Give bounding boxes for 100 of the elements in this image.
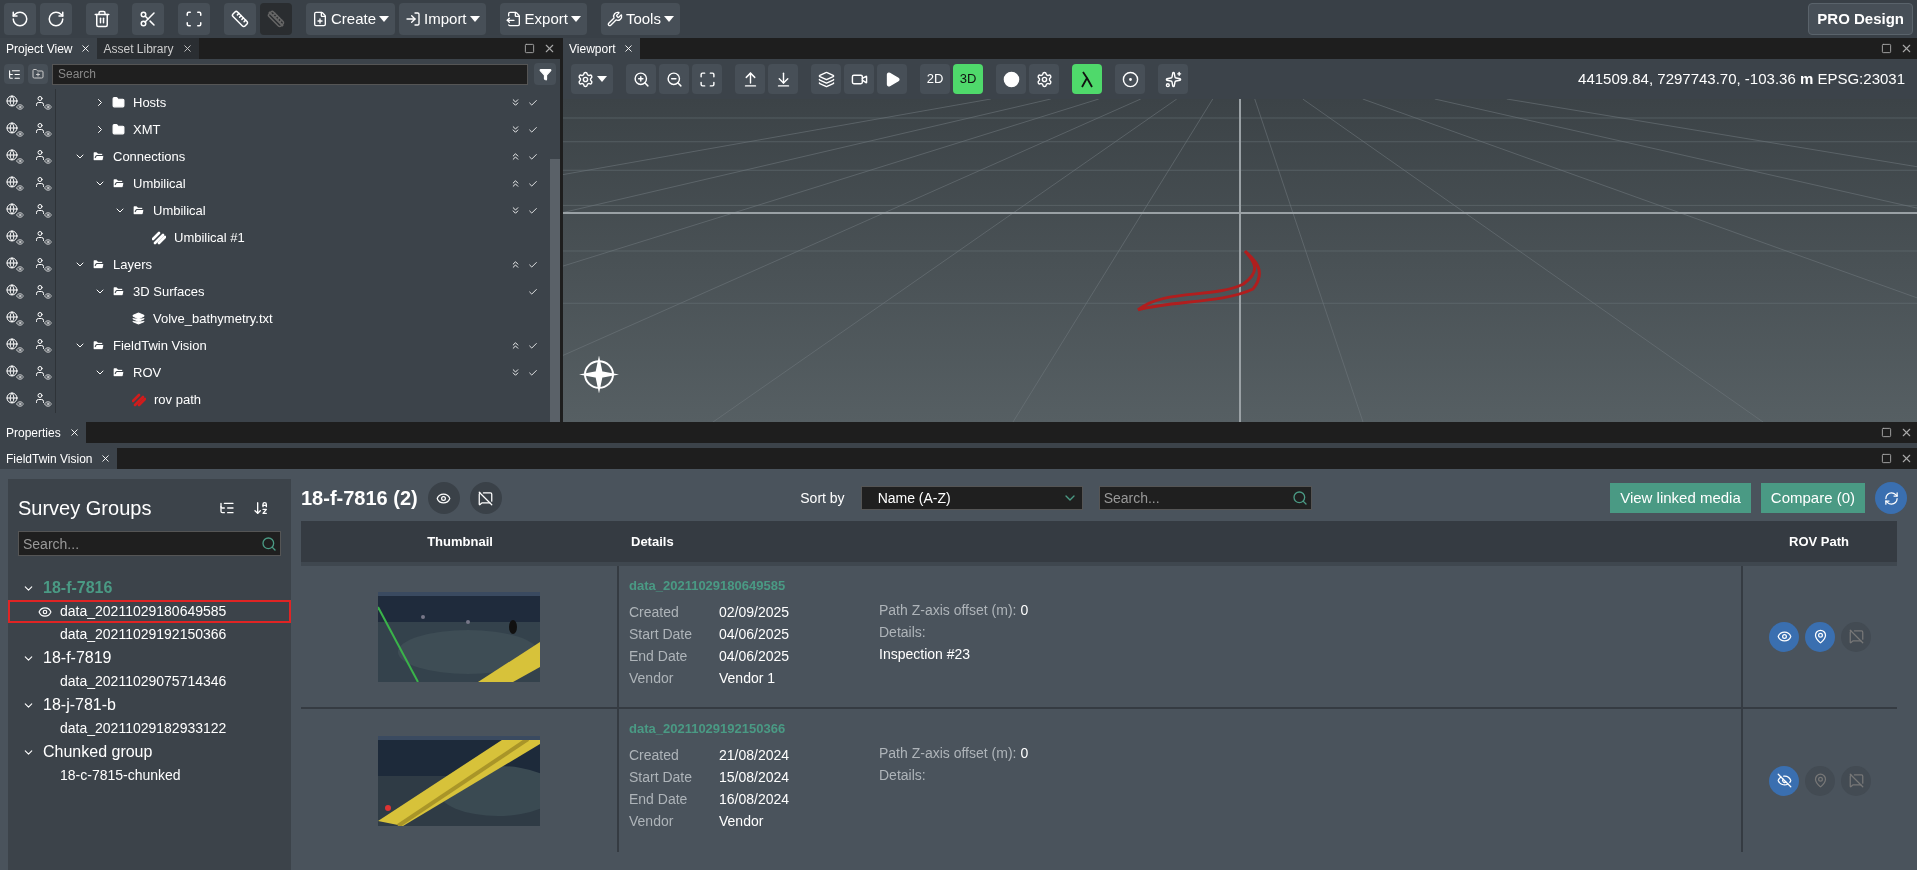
tree-item-label[interactable]: Layers xyxy=(113,254,153,275)
tree-item-label[interactable]: Umbilical xyxy=(133,173,186,194)
compass-icon[interactable] xyxy=(579,355,619,394)
path-visibility-button[interactable] xyxy=(1769,765,1799,796)
close-icon[interactable] xyxy=(1900,42,1913,55)
toolbar-button[interactable] xyxy=(132,3,164,35)
viewport-tool-button[interactable] xyxy=(996,64,1026,94)
close-icon[interactable] xyxy=(1900,426,1913,439)
survey-data-item[interactable]: data_20211029192150366 xyxy=(8,623,291,646)
user-eye-icon[interactable] xyxy=(34,256,52,273)
user-eye-icon[interactable] xyxy=(34,310,52,327)
tree-view-icon[interactable] xyxy=(219,500,235,516)
globe-eye-icon[interactable] xyxy=(6,121,24,138)
menu-button[interactable]: Export xyxy=(499,3,587,35)
survey-group-item[interactable]: 18-f-7819 xyxy=(43,646,112,670)
close-icon[interactable] xyxy=(68,427,80,438)
close-icon[interactable] xyxy=(1900,452,1913,465)
survey-data-item[interactable]: data_20211029075714346 xyxy=(8,670,291,693)
panel-tab[interactable]: Viewport xyxy=(563,38,641,59)
menu-button[interactable]: Tools xyxy=(600,3,680,35)
tree-item-label[interactable]: ROV xyxy=(133,362,162,383)
viewport-tool-button[interactable] xyxy=(1072,64,1102,94)
sort-dropdown[interactable]: Name (A-Z) xyxy=(860,486,1083,510)
double-chevron-up-icon[interactable] xyxy=(510,259,521,270)
viewport-tool-button[interactable] xyxy=(626,64,656,94)
close-icon[interactable] xyxy=(181,43,193,54)
panel-tab[interactable]: FieldTwin Vision xyxy=(0,448,118,469)
toolbar-button[interactable] xyxy=(224,3,256,35)
survey-group-item[interactable]: Chunked group xyxy=(43,740,153,764)
check-icon[interactable] xyxy=(528,367,538,378)
toolbar-button[interactable] xyxy=(86,3,118,35)
globe-eye-icon[interactable] xyxy=(6,310,24,327)
viewport-tool-button[interactable] xyxy=(692,64,722,94)
double-chevron-up-icon[interactable] xyxy=(510,178,521,189)
double-chevron-down-icon[interactable] xyxy=(510,97,521,108)
viewport-tool-button[interactable] xyxy=(735,64,765,94)
survey-data-item[interactable]: 18-c-7815-chunked xyxy=(8,764,291,787)
check-icon[interactable] xyxy=(528,151,538,162)
double-chevron-up-icon[interactable] xyxy=(510,340,521,351)
tree-item-label[interactable]: XMT xyxy=(133,119,161,140)
search-field[interactable]: Search... xyxy=(1098,486,1312,510)
search-field[interactable]: Search xyxy=(52,63,528,85)
refresh-button[interactable] xyxy=(1875,482,1907,514)
tree-item-label[interactable]: Connections xyxy=(113,146,186,167)
viewport-tool-button[interactable] xyxy=(768,64,798,94)
double-chevron-up-icon[interactable] xyxy=(510,151,521,162)
maximize-icon[interactable] xyxy=(1881,427,1892,438)
path-visibility-button[interactable] xyxy=(1769,621,1799,652)
toolbar-button[interactable] xyxy=(178,3,210,35)
viewport-tool-button[interactable] xyxy=(1158,64,1188,94)
survey-data-item[interactable]: data_20211029180649585 xyxy=(8,600,291,623)
tree-item-label[interactable]: Volve_bathymetry.txt xyxy=(153,308,273,329)
check-icon[interactable] xyxy=(528,259,538,270)
hide-all-button[interactable] xyxy=(469,482,502,514)
toolbar-button[interactable] xyxy=(40,3,72,35)
close-icon[interactable] xyxy=(80,43,92,54)
survey-data-item[interactable]: data_20211029182933122 xyxy=(8,717,291,740)
globe-eye-icon[interactable] xyxy=(6,148,24,165)
menu-button[interactable]: Create xyxy=(306,3,396,35)
user-eye-icon[interactable] xyxy=(34,175,52,192)
tree-view-button[interactable] xyxy=(4,64,24,84)
tree-item-label[interactable]: Umbilical #1 xyxy=(174,227,245,248)
user-eye-icon[interactable] xyxy=(34,283,52,300)
new-folder-button[interactable] xyxy=(28,64,48,84)
maximize-icon[interactable] xyxy=(1881,453,1892,464)
globe-eye-icon[interactable] xyxy=(6,283,24,300)
tree-item-label[interactable]: Hosts xyxy=(133,92,167,113)
check-icon[interactable] xyxy=(528,286,538,297)
viewport-tool-button[interactable] xyxy=(877,64,907,94)
user-eye-icon[interactable] xyxy=(34,337,52,354)
locate-button[interactable] xyxy=(1805,621,1835,652)
close-icon[interactable] xyxy=(100,453,112,464)
sort-icon[interactable] xyxy=(253,500,269,516)
maximize-icon[interactable] xyxy=(524,43,535,54)
user-eye-icon[interactable] xyxy=(34,148,52,165)
globe-eye-icon[interactable] xyxy=(6,94,24,111)
user-eye-icon[interactable] xyxy=(34,121,52,138)
filter-button[interactable] xyxy=(534,63,556,85)
tree-item-label[interactable]: FieldTwin Vision xyxy=(113,335,207,356)
viewport-tool-button[interactable] xyxy=(571,64,613,94)
tree-item-label[interactable]: rov path xyxy=(154,389,201,410)
check-icon[interactable] xyxy=(528,205,538,216)
check-icon[interactable] xyxy=(528,340,538,351)
search-field[interactable]: Search... xyxy=(18,531,281,556)
double-chevron-down-icon[interactable] xyxy=(510,367,521,378)
globe-eye-icon[interactable] xyxy=(6,391,24,408)
viewport-tool-button[interactable] xyxy=(1115,64,1145,94)
maximize-icon[interactable] xyxy=(1881,43,1892,54)
globe-eye-icon[interactable] xyxy=(6,202,24,219)
check-icon[interactable] xyxy=(528,97,538,108)
check-icon[interactable] xyxy=(528,124,538,135)
user-eye-icon[interactable] xyxy=(34,229,52,246)
user-eye-icon[interactable] xyxy=(34,202,52,219)
double-chevron-down-icon[interactable] xyxy=(510,124,521,135)
viewport-tool-button[interactable] xyxy=(659,64,689,94)
check-icon[interactable] xyxy=(528,178,538,189)
globe-eye-icon[interactable] xyxy=(6,256,24,273)
globe-eye-icon[interactable] xyxy=(6,364,24,381)
view-mode-tab[interactable]: 3D xyxy=(953,64,983,94)
close-icon[interactable] xyxy=(623,43,635,54)
